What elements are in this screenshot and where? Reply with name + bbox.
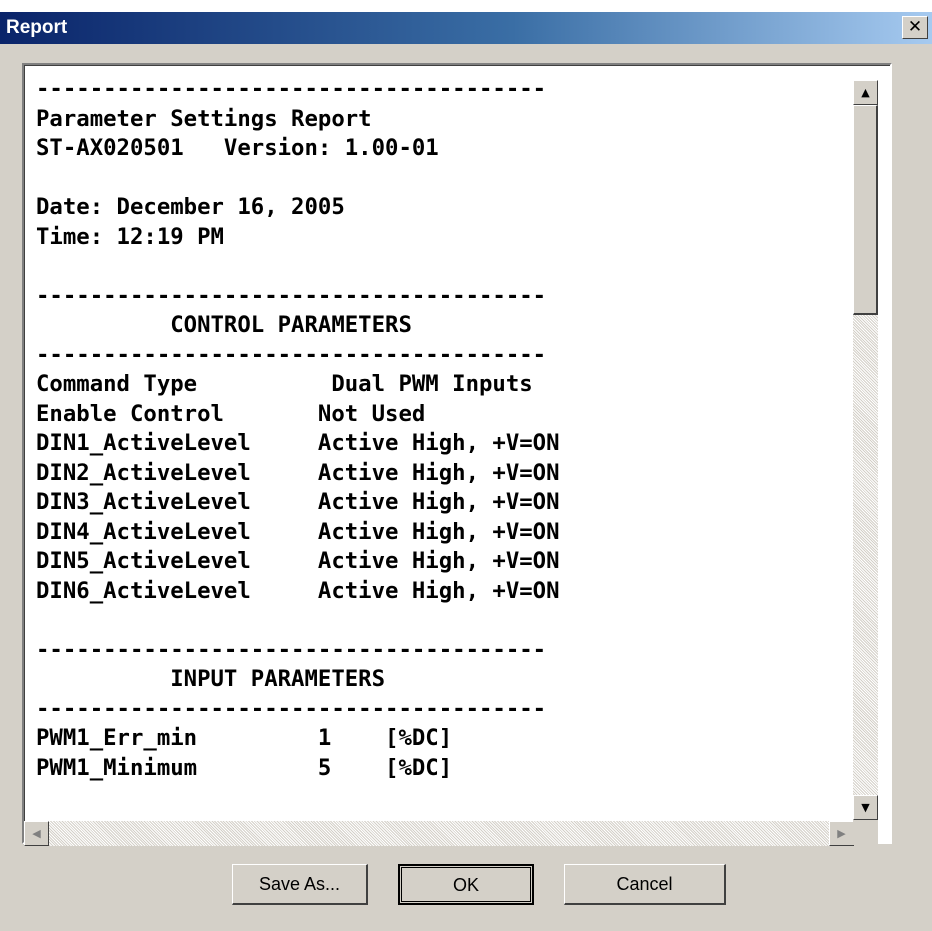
scrollbar-corner — [853, 820, 878, 845]
report-line: ST-AX020501 Version: 1.00-01 — [36, 135, 439, 161]
report-line: -------------------------------------- — [36, 695, 547, 722]
scroll-down-button[interactable]: ▼ — [853, 795, 878, 820]
scroll-up-button[interactable]: ▲ — [853, 80, 878, 105]
report-line: -------------------------------------- — [36, 282, 547, 309]
up-arrow-icon: ▲ — [861, 86, 870, 99]
report-line: Date: December 16, 2005 — [36, 194, 345, 220]
report-line: DIN1_ActiveLevel Active High, +V=ON — [36, 430, 560, 456]
report-line: DIN3_ActiveLevel Active High, +V=ON — [36, 489, 560, 515]
report-line — [36, 164, 560, 194]
vertical-scroll-thumb[interactable] — [853, 105, 878, 315]
close-button[interactable]: ✕ — [902, 16, 928, 39]
report-line: INPUT PARAMETERS — [36, 666, 386, 692]
report-line — [36, 606, 560, 636]
cancel-button[interactable]: Cancel — [564, 864, 726, 905]
report-line: -------------------------------------- — [36, 76, 547, 102]
report-dialog: Report ✕ -------------------------------… — [0, 12, 932, 931]
report-line: DIN4_ActiveLevel Active High, +V=ON — [36, 518, 560, 545]
scroll-left-button[interactable]: ◀ — [24, 821, 49, 846]
ok-button[interactable]: OK — [398, 864, 534, 905]
report-line: Parameter Settings Report — [36, 105, 372, 132]
report-line: -------------------------------------- — [36, 636, 547, 663]
scroll-right-button[interactable]: ▶ — [829, 821, 854, 846]
report-line: CONTROL PARAMETERS — [36, 312, 412, 338]
left-arrow-icon: ◀ — [32, 827, 41, 840]
report-line: PWM1_Err_min 1 [%DC] — [36, 725, 453, 751]
report-line: Time: 12:19 PM — [36, 223, 224, 250]
report-text-area[interactable]: -------------------------------------- Pa… — [22, 63, 892, 844]
report-line: PWM1_Minimum 5 [%DC] — [36, 754, 453, 781]
horizontal-scrollbar[interactable]: ◀ ▶ — [24, 821, 854, 846]
report-text-area-inner: -------------------------------------- Pa… — [24, 65, 890, 842]
report-line: DIN6_ActiveLevel Active High, +V=ON — [36, 577, 560, 604]
report-line — [36, 252, 560, 282]
window-title: Report — [6, 17, 68, 38]
close-icon: ✕ — [907, 17, 923, 37]
save-as-button[interactable]: Save As... — [232, 864, 368, 905]
right-arrow-icon: ▶ — [837, 827, 846, 840]
report-text: -------------------------------------- Pa… — [36, 75, 560, 783]
report-line: Command Type Dual PWM Inputs — [36, 371, 533, 397]
report-line: -------------------------------------- — [36, 341, 547, 368]
title-bar[interactable]: Report ✕ — [0, 12, 932, 44]
vertical-scrollbar[interactable]: ▲ ▼ — [853, 80, 878, 834]
down-arrow-icon: ▼ — [861, 801, 870, 814]
report-line: DIN2_ActiveLevel Active High, +V=ON — [36, 459, 560, 486]
report-line: Enable Control Not Used — [36, 400, 426, 427]
report-line: DIN5_ActiveLevel Active High, +V=ON — [36, 548, 560, 574]
